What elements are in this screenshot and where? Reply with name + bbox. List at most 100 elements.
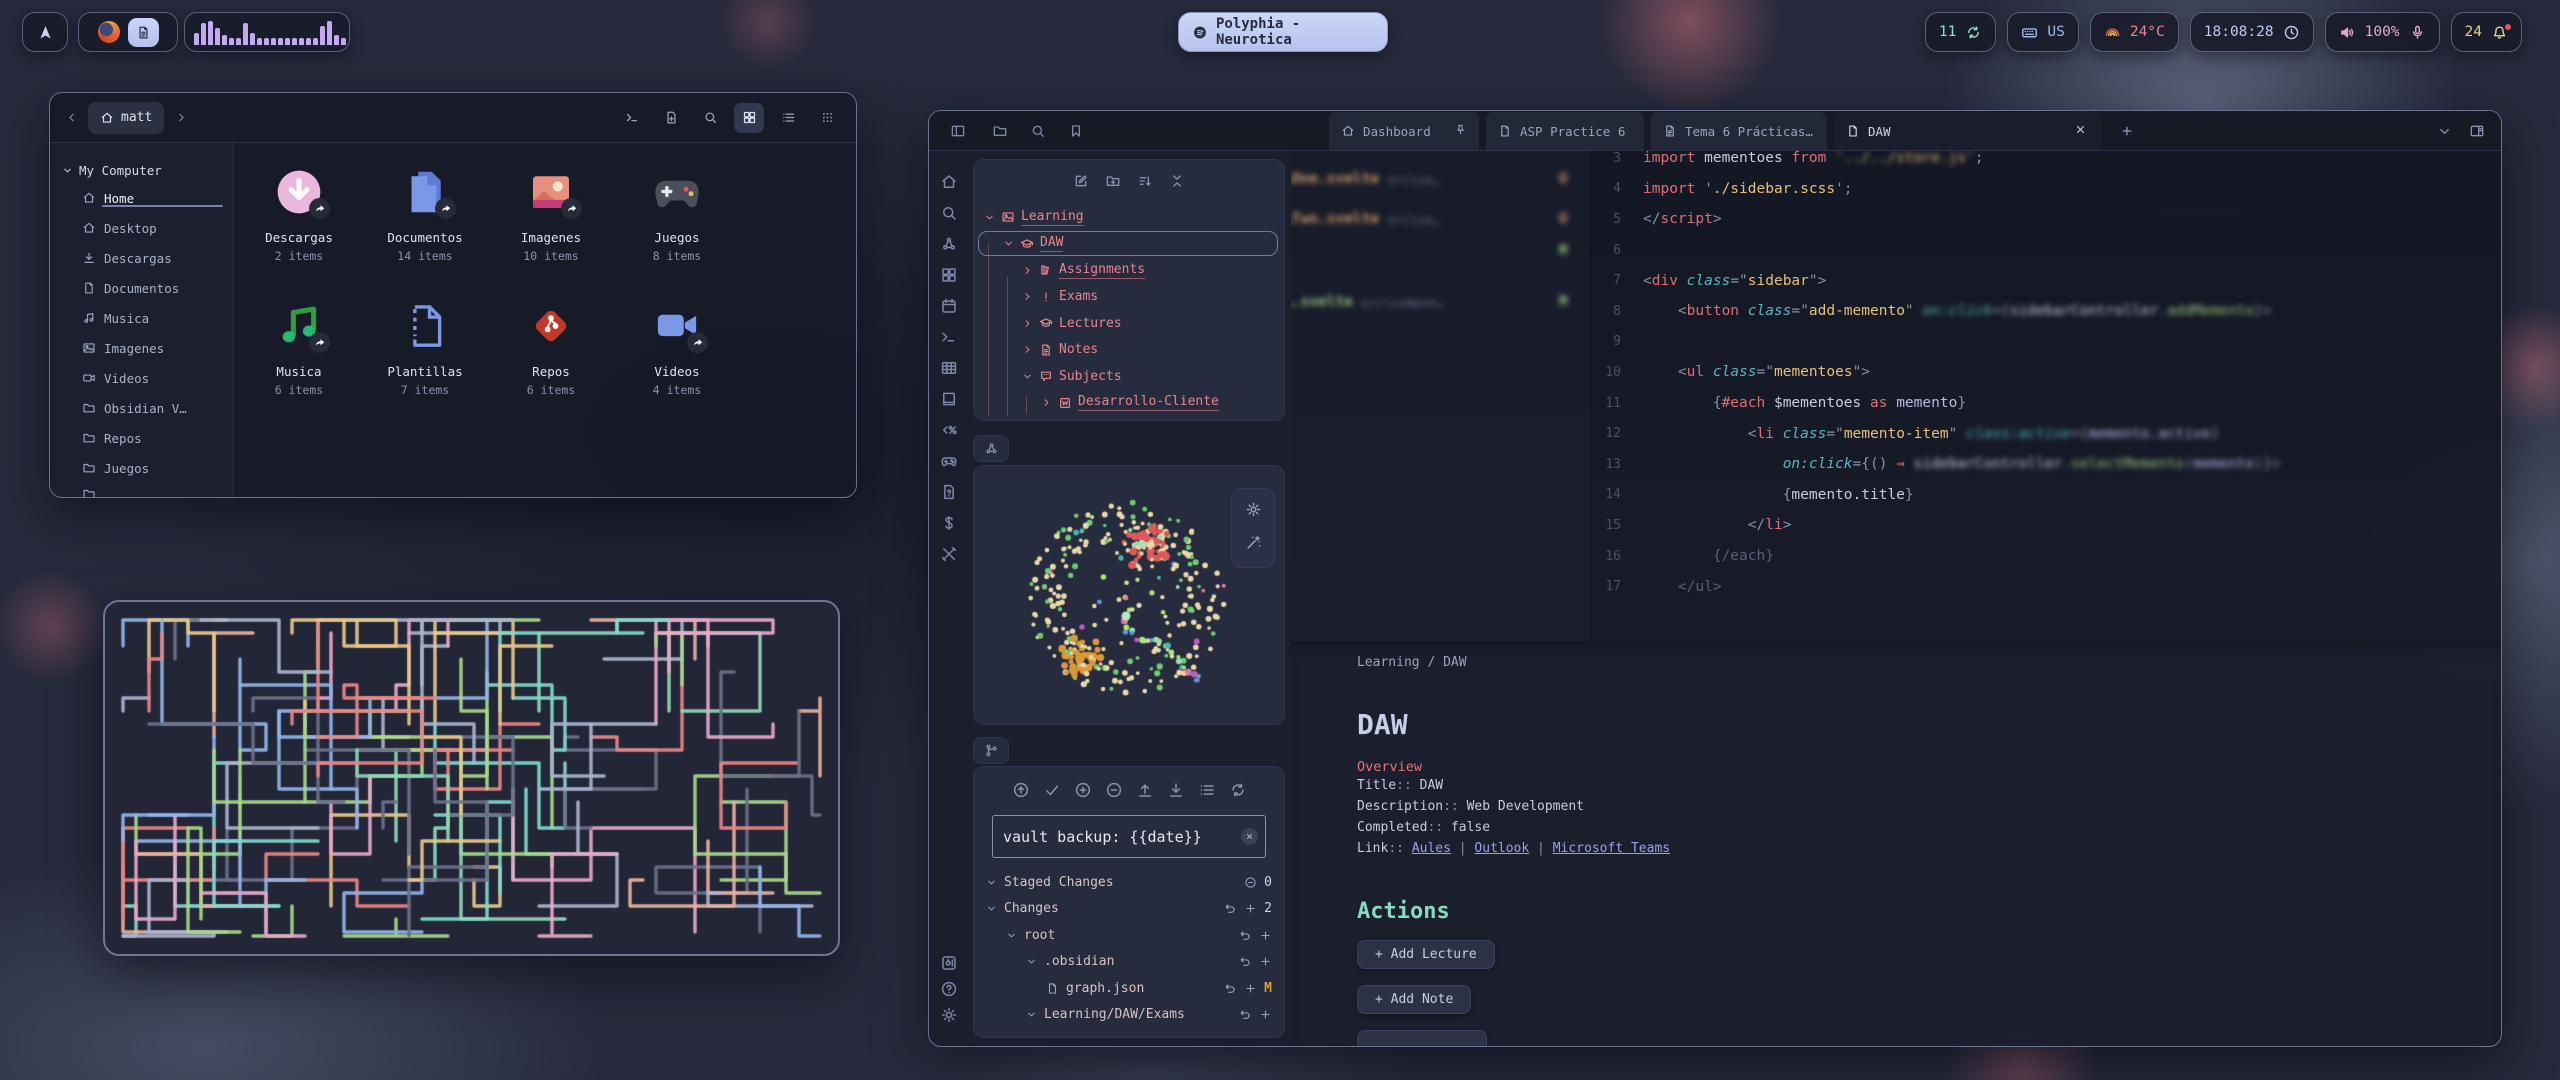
new-tab-button[interactable]	[2113, 117, 2141, 145]
git-row-learning-daw-exams[interactable]: Learning/DAW/Exams	[974, 1002, 1284, 1029]
stage-icon[interactable]	[1244, 902, 1257, 915]
commit-message-input[interactable]	[992, 815, 1266, 858]
note-breadcrumb[interactable]: Learning / DAW	[1357, 655, 2501, 670]
action-button--add-lecture[interactable]: + Add Lecture	[1357, 940, 1495, 969]
sidebar-item-home[interactable]: Home	[50, 183, 233, 213]
git-minus-circle-button[interactable]	[1105, 781, 1123, 803]
folder-plantillas[interactable]: Plantillas7 items	[362, 291, 488, 425]
search-toggle[interactable]	[1025, 118, 1051, 144]
close-tab-button[interactable]	[2074, 123, 2090, 139]
git-plus-circle-button[interactable]	[1074, 781, 1092, 803]
firefox-icon[interactable]	[98, 21, 120, 43]
tray-updates[interactable]: 11	[1925, 12, 1996, 52]
link-aules[interactable]: Aules	[1412, 841, 1451, 856]
graph-panel-tab[interactable]	[973, 435, 1009, 462]
tree-item-assignments[interactable]: Assignments	[974, 257, 1284, 284]
discard-icon[interactable]	[1224, 902, 1237, 915]
tab-dashboard[interactable]: Dashboard	[1329, 112, 1479, 150]
git-panel-tab[interactable]	[973, 737, 1009, 764]
sidebar-item-videos[interactable]: Videos	[50, 363, 233, 393]
folder-repos[interactable]: Repos6 items	[488, 291, 614, 425]
link-outlook[interactable]: Outlook	[1474, 841, 1529, 856]
tree-item-learning[interactable]: Learning	[974, 204, 1284, 231]
git-sync-button[interactable]	[1229, 781, 1247, 803]
action-button--add-note[interactable]: + Add Note	[1357, 985, 1471, 1014]
folder-imagenes[interactable]: Imagenes10 items	[488, 157, 614, 291]
action-button-clipped[interactable]	[1357, 1030, 1487, 1046]
folder-descargas[interactable]: Descargas2 items	[236, 157, 362, 291]
stage-icon[interactable]	[1259, 955, 1272, 968]
new-file-button[interactable]	[656, 103, 686, 133]
forward-button[interactable]	[168, 105, 194, 131]
sidebar-item-clipped[interactable]	[50, 479, 233, 497]
chevron-down-icon[interactable]	[2437, 124, 2452, 139]
right-sidebar-toggle-icon[interactable]	[2469, 123, 2485, 139]
tray-weather[interactable]: 24°C	[2090, 12, 2179, 52]
folder-plus-button[interactable]	[1105, 173, 1121, 193]
code-lines[interactable]: 3import mementoes from '../../store.js';…	[1591, 151, 2501, 602]
codepct-icon[interactable]	[940, 421, 958, 439]
launcher-button[interactable]	[22, 12, 68, 52]
link-microsoft-teams[interactable]: Microsoft Teams	[1553, 841, 1670, 856]
dollar-icon[interactable]	[940, 514, 958, 532]
calendar-icon[interactable]	[940, 297, 958, 315]
git-pull-button[interactable]	[1167, 781, 1185, 803]
sidebar-item-musica[interactable]: Musica	[50, 303, 233, 333]
sidebar-item-imagenes[interactable]: Imagenes	[50, 333, 233, 363]
tray-keyboard[interactable]: US	[2007, 12, 2078, 52]
breadcrumb[interactable]: matt	[88, 102, 164, 134]
tree-item-notes[interactable]: Notes	[974, 337, 1284, 364]
collapse-button[interactable]	[1169, 173, 1185, 193]
tab-daw[interactable]: DAW	[1834, 112, 2102, 150]
git-check-button[interactable]	[1043, 781, 1061, 803]
discard-icon[interactable]	[1239, 929, 1252, 942]
sidebar-root[interactable]: My Computer	[50, 157, 233, 183]
vault-icon[interactable]	[940, 954, 958, 972]
search-icon[interactable]	[940, 204, 958, 222]
git-list-button[interactable]	[1198, 781, 1216, 803]
tab-tema-6-pr-cticas-[interactable]: Tema 6 Prácticas -…	[1651, 112, 1827, 150]
search-button[interactable]	[695, 103, 725, 133]
stage-icon[interactable]	[1244, 982, 1257, 995]
git-row-staged-changes[interactable]: Staged Changes0	[974, 869, 1284, 896]
tree-item-lectures[interactable]: Lectures	[974, 310, 1284, 337]
terminal-icon[interactable]	[940, 328, 958, 346]
sidebar-item-descargas[interactable]: Descargas	[50, 243, 233, 273]
list-view-button[interactable]	[773, 103, 803, 133]
home-icon[interactable]	[940, 173, 958, 191]
nodes-icon[interactable]	[940, 235, 958, 253]
folder-videos[interactable]: Videos4 items	[614, 291, 740, 425]
sort-button[interactable]	[1137, 173, 1153, 193]
terminal-button[interactable]	[617, 103, 647, 133]
folder-documentos[interactable]: Documentos14 items	[362, 157, 488, 291]
table-icon[interactable]	[940, 359, 958, 377]
stage-icon[interactable]	[1259, 1008, 1272, 1021]
gamepad-icon[interactable]	[940, 452, 958, 470]
sidebar-item-documentos[interactable]: Documentos	[50, 273, 233, 303]
tray-clock[interactable]: 18:08:28	[2190, 12, 2314, 52]
git-up-circle-button[interactable]	[1012, 781, 1030, 803]
discard-icon[interactable]	[1239, 1008, 1252, 1021]
compact-view-button[interactable]	[812, 103, 842, 133]
tray-notifications[interactable]: 24	[2451, 12, 2522, 52]
folder-musica[interactable]: Musica6 items	[236, 291, 362, 425]
fileq-icon[interactable]	[940, 483, 958, 501]
git-row--obsidian[interactable]: .obsidian	[974, 949, 1284, 976]
edit-button[interactable]	[1073, 173, 1089, 193]
book-icon[interactable]	[940, 390, 958, 408]
tools-icon[interactable]	[940, 545, 958, 563]
folder-juegos[interactable]: Juegos8 items	[614, 157, 740, 291]
git-row-graph-json[interactable]: graph.jsonM	[974, 975, 1284, 1002]
sidebar-toggle[interactable]	[945, 118, 971, 144]
tree-item-desarrollo-cliente[interactable]: Desarrollo-Cliente	[974, 390, 1284, 417]
git-row-changes[interactable]: Changes2	[974, 896, 1284, 923]
sidebar-item-repos[interactable]: Repos	[50, 423, 233, 453]
question-icon[interactable]	[940, 980, 958, 998]
tree-item-exams[interactable]: Exams	[974, 284, 1284, 311]
tray-audio[interactable]: 100%	[2325, 12, 2440, 52]
document-app-icon[interactable]	[128, 18, 159, 47]
gear-icon[interactable]	[940, 1006, 958, 1024]
git-push-button[interactable]	[1136, 781, 1154, 803]
sidebar-item-obsidianv[interactable]: Obsidian V…	[50, 393, 233, 423]
wand-button[interactable]	[1245, 534, 1262, 555]
